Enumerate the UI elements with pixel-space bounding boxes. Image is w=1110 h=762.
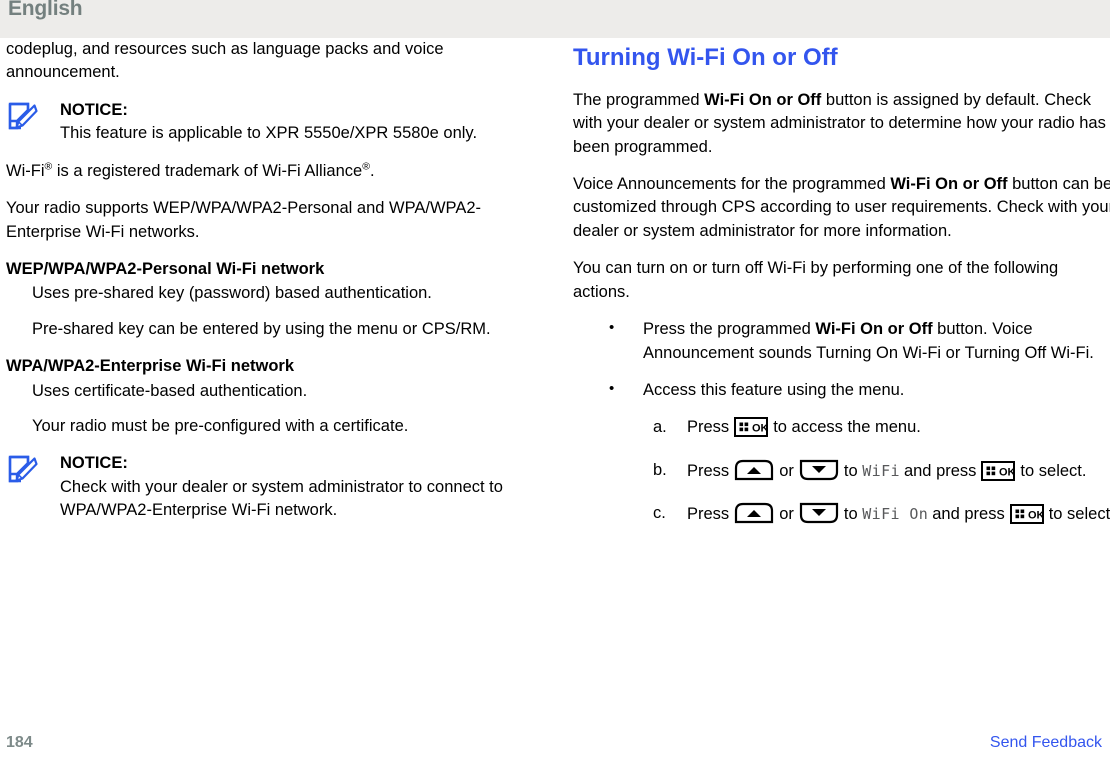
trademark-part3: .	[369, 161, 375, 180]
right-column: Turning Wi-Fi On or Off The programmed W…	[573, 38, 1110, 541]
step-marker-b: b.	[653, 460, 667, 479]
supported-networks-paragraph: Your radio supports WEP/WPA/WPA2-Persona…	[6, 199, 482, 241]
up-arrow-key-icon[interactable]	[734, 502, 774, 524]
personal-network-line-2: Pre-shared key can be entered by using t…	[32, 319, 491, 338]
enterprise-network-line-2: Your radio must be pre-configured with a…	[32, 417, 409, 436]
enterprise-network-term: WPA/WPA2-Enterprise Wi-Fi network	[6, 357, 295, 376]
bullet1-text-a: Press the programmed	[643, 320, 816, 339]
step-b-text-4: to select.	[1020, 461, 1087, 480]
step-marker-a: a.	[653, 418, 667, 437]
para2-text-a: Voice Announcements for the programmed	[573, 175, 891, 194]
send-feedback-link[interactable]: Send Feedback	[990, 734, 1102, 752]
step-b-text-2: to	[843, 461, 858, 480]
step-a-text-2: to access the menu.	[773, 418, 921, 437]
up-arrow-key-icon[interactable]	[734, 459, 774, 481]
actions-bullet-list: Press the programmed Wi-Fi On or Off but…	[573, 317, 1110, 527]
para2-bold: Wi-Fi On or Off	[890, 175, 1008, 194]
notice-body: NOTICE: This feature is applicable to XP…	[60, 99, 551, 146]
svg-text:OK: OK	[999, 466, 1015, 478]
list-item: Press the programmed Wi-Fi On or Off but…	[605, 317, 1110, 365]
bullet2-text: Access this feature using the menu.	[643, 381, 905, 400]
personal-network-line-1: Uses pre-shared key (password) based aut…	[32, 284, 432, 303]
section-heading: Turning Wi-Fi On or Off	[573, 44, 838, 71]
page-header-band: English	[0, 0, 1110, 38]
down-arrow-key-icon[interactable]	[799, 459, 839, 481]
personal-network-term: WEP/WPA/WPA2-Personal Wi-Fi network	[6, 259, 325, 278]
down-arrow-key-icon[interactable]	[799, 502, 839, 524]
radio-display-value: WiFi On	[862, 505, 929, 524]
para1-text-a: The programmed	[573, 90, 705, 109]
intro-paragraph: codeplug, and resources such as language…	[6, 40, 444, 82]
paragraph-turn-on-off: You can turn on or turn off Wi-Fi by per…	[573, 259, 1059, 301]
step-a-text-1: Press	[687, 418, 730, 437]
bullet1-bold: Wi-Fi On or Off	[815, 320, 933, 339]
trademark-paragraph: Wi-Fi ® is a registered trademark of Wi-F…	[6, 160, 551, 183]
step-c-text-3: and press	[932, 505, 1005, 524]
step-b-text-1: Press	[687, 461, 730, 480]
list-item: Access this feature using the menu. a. Pr…	[605, 378, 1110, 527]
notice-block-enterprise: NOTICE: Check with your dealer or system…	[6, 452, 551, 522]
para1-bold: Wi-Fi On or Off	[704, 90, 822, 109]
notice-body: NOTICE: Check with your dealer or system…	[60, 452, 551, 522]
note-pencil-icon	[6, 452, 40, 487]
page-body: codeplug, and resources such as language…	[0, 38, 1110, 728]
step-b-or: or	[779, 461, 794, 480]
list-item-step-c: c. Press or to WiFi On and press OK to s…	[653, 502, 1110, 526]
enterprise-network-line-1: Uses certificate-based authentication.	[32, 381, 308, 400]
paragraph-voice-announcements: Voice Announcements for the programmed W…	[573, 173, 1110, 243]
paragraph-programmed-button: The programmed Wi-Fi On or Off button is…	[573, 89, 1110, 159]
step-c-text-1: Press	[687, 505, 730, 524]
notice-block-xpr-models: NOTICE: This feature is applicable to XP…	[6, 99, 551, 146]
menu-ok-key-icon[interactable]: OK	[734, 417, 769, 438]
step-marker-c: c.	[653, 504, 666, 523]
notice-title: NOTICE:	[60, 100, 128, 119]
menu-ok-key-icon[interactable]: OK	[1009, 504, 1044, 525]
svg-text:OK: OK	[1028, 510, 1044, 522]
svg-text:OK: OK	[752, 423, 768, 435]
step-c-or: or	[779, 505, 794, 524]
menu-steps-list: a. Press OK to access the menu. b. Press…	[643, 416, 1110, 526]
trademark-part1: Wi-Fi	[6, 161, 45, 180]
radio-display-value: WiFi	[862, 461, 900, 480]
notice-title: NOTICE:	[60, 454, 128, 473]
registered-mark-icon-2: ®	[362, 160, 370, 173]
step-c-text-2: to	[843, 505, 858, 524]
notice-text: Check with your dealer or system adminis…	[60, 477, 503, 520]
notice-text: This feature is applicable to XPR 5550e/…	[60, 124, 478, 143]
page-footer: 184 Send Feedback	[0, 728, 1110, 762]
trademark-part2: is a registered trademark of Wi-Fi Allia…	[52, 161, 363, 180]
step-b-text-3: and press	[903, 461, 977, 480]
note-pencil-icon	[6, 99, 40, 134]
header-language-label: English	[8, 0, 83, 20]
left-column: codeplug, and resources such as language…	[6, 38, 551, 537]
list-item-step-a: a. Press OK to access the menu.	[653, 416, 1110, 439]
page-number: 184	[6, 734, 33, 751]
menu-ok-key-icon[interactable]: OK	[981, 460, 1016, 481]
step-c-text-4: to select.	[1048, 505, 1110, 524]
list-item-step-b: b. Press or to WiFi and press OK to sele…	[653, 459, 1110, 483]
